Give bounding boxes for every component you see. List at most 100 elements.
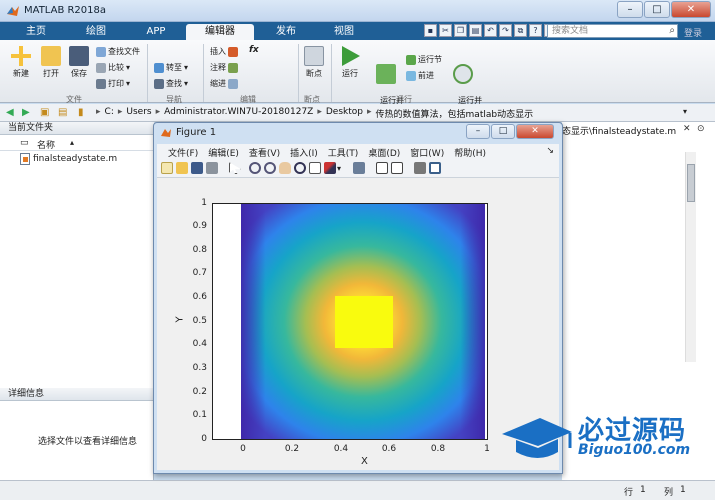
breakpoints-button[interactable]: 断点 [302, 46, 326, 79]
breadcrumb-arrow: ▸ [367, 107, 372, 117]
chevron-down-icon: ▾ [184, 79, 189, 88]
data-cursor-icon[interactable] [309, 162, 321, 174]
insert-button[interactable]: 插入 [210, 46, 238, 57]
new-icon [11, 46, 31, 66]
browse-folder-icon[interactable]: ▤ [58, 107, 67, 118]
new-figure-icon[interactable] [161, 162, 173, 174]
figure-minimize-button[interactable]: – [466, 124, 490, 139]
compare-button[interactable]: 比较 ▾ [96, 62, 130, 73]
editor-scrollbar[interactable] [685, 152, 696, 362]
login-link[interactable]: 登录 [684, 26, 702, 39]
tab-view[interactable]: 视图 [318, 24, 370, 40]
hide-plot-tools-icon[interactable] [414, 162, 426, 174]
root-folder-icon[interactable]: ▮ [78, 107, 84, 118]
find-files-label: 查找文件 [108, 47, 140, 56]
menu-file[interactable]: 文件(F) [163, 144, 203, 159]
address-dropdown-icon[interactable]: ▾ [683, 107, 687, 116]
run-button[interactable]: 运行 [337, 46, 363, 79]
menu-view[interactable]: 查看(V) [244, 144, 285, 159]
figure-title: Figure 1 [176, 127, 217, 138]
menu-help[interactable]: 帮助(H) [449, 144, 491, 159]
minimize-button[interactable]: – [617, 1, 643, 18]
sort-icon[interactable]: ▴ [70, 138, 74, 147]
name-column-header[interactable]: 名称 [37, 138, 55, 151]
figure-toolbar: ▾ [157, 159, 559, 178]
insert-colorbar-icon[interactable] [376, 162, 388, 174]
find-icon [154, 78, 164, 89]
scrollbar-thumb[interactable] [687, 164, 695, 202]
menu-desktop[interactable]: 桌面(D) [363, 144, 405, 159]
dock-icon[interactable]: ↘ [541, 144, 559, 159]
open-file-icon[interactable] [176, 162, 188, 174]
show-plot-tools-icon[interactable] [429, 162, 441, 174]
goto-icon [154, 62, 164, 73]
brush-icon[interactable] [324, 162, 336, 174]
doc-search-input[interactable]: 搜索文档 ⌕ [547, 24, 678, 38]
menu-edit[interactable]: 编辑(E) [203, 144, 244, 159]
zoom-out-icon[interactable] [264, 162, 276, 174]
chevron-down-icon[interactable]: ▾ [337, 164, 345, 176]
y-tick-label: 0.9 [192, 221, 207, 231]
print-figure-icon[interactable] [206, 162, 218, 174]
plot-axes[interactable] [212, 203, 488, 440]
tab-publish[interactable]: 发布 [258, 24, 314, 40]
tab-home[interactable]: 主页 [10, 24, 62, 40]
pointer-icon[interactable] [229, 162, 241, 174]
print-button[interactable]: 打印 ▾ [96, 78, 130, 89]
list-item[interactable]: finalsteadystate.m [20, 153, 117, 165]
indent-icon [228, 78, 238, 89]
tab-editor[interactable]: 编辑器 [186, 24, 254, 40]
menu-tools[interactable]: 工具(T) [323, 144, 364, 159]
find-button[interactable]: 查找 ▾ [154, 78, 188, 89]
insert-legend-icon[interactable] [391, 162, 403, 174]
up-folder-icon[interactable]: ▣ [40, 107, 49, 118]
comment-button[interactable]: 注释 [210, 62, 238, 73]
x-tick-label: 0.2 [284, 444, 300, 454]
compare-label: 比较 [108, 63, 124, 72]
menu-window[interactable]: 窗口(W) [405, 144, 449, 159]
open-button[interactable]: 打开 [38, 46, 64, 79]
close-icon[interactable]: ✕ [683, 124, 691, 134]
goto-button[interactable]: 转至 ▾ [154, 62, 188, 73]
cut-icon[interactable]: ✂ [439, 24, 452, 37]
figure-close-button[interactable]: ✕ [516, 124, 554, 139]
maximize-button[interactable]: □ [644, 1, 670, 18]
tab-plots[interactable]: 绘图 [68, 24, 124, 40]
breadcrumb[interactable]: ▸ C: ▸ Users ▸ Administrator.WIN7U-20180… [96, 107, 533, 120]
zoom-in-icon[interactable] [249, 162, 261, 174]
close-button[interactable]: ✕ [671, 1, 711, 18]
back-icon[interactable]: ◀ [6, 107, 14, 118]
help-icon[interactable]: ? [529, 24, 542, 37]
link-plot-icon[interactable] [353, 162, 365, 174]
fx-button[interactable]: fx [249, 45, 259, 55]
switch-windows-icon[interactable]: ⧉ [514, 24, 527, 37]
search-icon[interactable]: ⌕ [669, 25, 675, 37]
advance-button[interactable]: 前进 [406, 70, 434, 81]
undo-icon[interactable]: ↶ [484, 24, 497, 37]
run-section-button[interactable]: 运行节 [406, 54, 442, 65]
figure-maximize-button[interactable]: □ [491, 124, 515, 139]
panel-menu-icon[interactable]: ⊙ [697, 124, 705, 134]
row-label: 行 [624, 488, 634, 498]
save-button[interactable]: 保存 [66, 46, 92, 79]
find-label: 查找 [166, 79, 182, 88]
copy-icon[interactable]: ❐ [454, 24, 467, 37]
paste-icon[interactable]: ▤ [469, 24, 482, 37]
tab-apps[interactable]: APP [130, 24, 182, 40]
breadcrumb-item[interactable]: 传热的数值算法，包括matlab动态显示 [376, 107, 534, 120]
menu-insert[interactable]: 插入(I) [285, 144, 323, 159]
forward-icon[interactable]: ▶ [22, 107, 30, 118]
indent-button[interactable]: 缩进 [210, 78, 238, 89]
breadcrumb-item[interactable]: C: [105, 107, 114, 120]
new-button[interactable]: 新建 [8, 46, 34, 79]
breadcrumb-item[interactable]: Users [126, 107, 151, 120]
breadcrumb-item[interactable]: Administrator.WIN7U-20180127Z [164, 107, 313, 120]
find-files-button[interactable]: 查找文件 [96, 46, 140, 57]
save-quick-icon[interactable]: ▪ [424, 24, 437, 37]
save-figure-icon[interactable] [191, 162, 203, 174]
x-tick-label: 0 [240, 444, 246, 454]
redo-icon[interactable]: ↷ [499, 24, 512, 37]
rotate-3d-icon[interactable] [294, 162, 306, 174]
pan-hand-icon[interactable] [279, 162, 291, 174]
breadcrumb-item[interactable]: Desktop [326, 107, 363, 120]
